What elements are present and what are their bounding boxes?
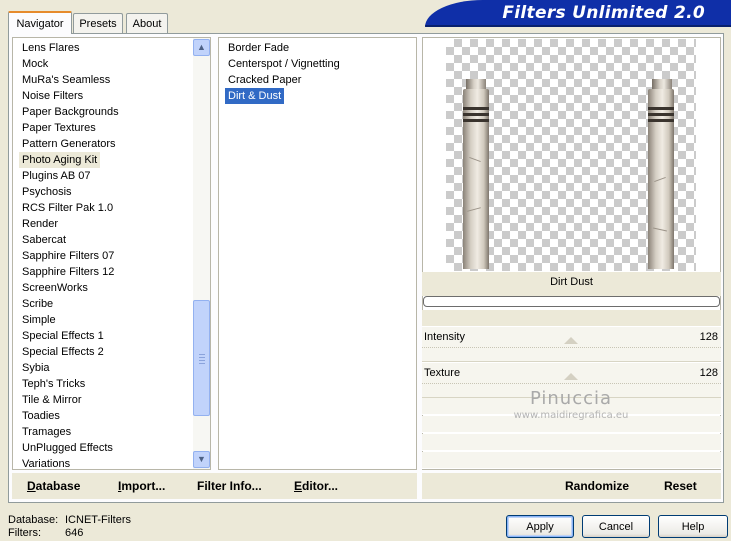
progress-bar xyxy=(423,296,720,307)
category-item[interactable]: Lens Flares xyxy=(19,40,82,56)
status-database-label: Database: xyxy=(8,514,59,526)
category-item[interactable]: UnPlugged Effects xyxy=(19,440,116,456)
category-list[interactable]: Lens Flares Mock MuRa's Seamless Noise Filt… xyxy=(12,37,211,470)
param-value: 128 xyxy=(699,367,718,379)
reset-button[interactable]: Reset xyxy=(664,479,697,493)
up-arrow-icon[interactable]: ▲ xyxy=(193,39,210,56)
category-item[interactable]: Variations xyxy=(19,456,73,472)
status-filters-value: 646 xyxy=(65,527,84,539)
param-row-empty xyxy=(422,434,721,451)
tab-navigator[interactable]: Navigator xyxy=(8,11,72,34)
category-item[interactable]: ScreenWorks xyxy=(19,280,91,296)
down-arrow-icon[interactable]: ▼ xyxy=(193,451,210,468)
category-item[interactable]: Sybia xyxy=(19,360,53,376)
category-item[interactable]: Sapphire Filters 12 xyxy=(19,264,117,280)
app-title-banner: Filters Unlimited 2.0 xyxy=(425,0,731,27)
filter-item[interactable]: Centerspot / Vignetting xyxy=(225,56,343,72)
status-filters-label: Filters: xyxy=(8,527,41,539)
param-value: 128 xyxy=(699,331,718,343)
tab-about[interactable]: About xyxy=(126,13,168,33)
category-item[interactable]: Special Effects 1 xyxy=(19,328,107,344)
editor-button[interactable]: Editor... xyxy=(294,479,338,493)
param-label: Texture xyxy=(424,367,461,379)
tab-presets[interactable]: Presets xyxy=(73,13,123,33)
param-label: Intensity xyxy=(424,331,465,343)
randomize-button[interactable]: Randomize xyxy=(565,479,629,493)
import-button[interactable]: Import... xyxy=(118,479,165,493)
watermark: Pinuccia www.maidiregrafica.eu xyxy=(508,388,634,421)
filter-item[interactable]: Dirt & Dust xyxy=(225,88,285,104)
category-item[interactable]: Tramages xyxy=(19,424,74,440)
category-item[interactable]: MuRa's Seamless xyxy=(19,72,113,88)
category-item[interactable]: Paper Textures xyxy=(19,120,99,136)
category-item[interactable]: Toadies xyxy=(19,408,63,424)
watermark-name: Pinuccia xyxy=(529,388,613,409)
category-item[interactable]: Sapphire Filters 07 xyxy=(19,248,117,264)
category-item[interactable]: Special Effects 2 xyxy=(19,344,107,360)
param-row-empty xyxy=(422,452,721,469)
category-item[interactable]: Photo Aging Kit xyxy=(19,152,101,168)
scrollbar-thumb[interactable] xyxy=(193,300,210,416)
category-item[interactable]: Render xyxy=(19,216,61,232)
app-title: Filters Unlimited 2.0 xyxy=(502,2,705,23)
category-item[interactable]: Sabercat xyxy=(19,232,69,248)
database-button[interactable]: Database xyxy=(27,479,80,493)
category-item[interactable]: Scribe xyxy=(19,296,56,312)
preview-image xyxy=(446,39,696,271)
category-scrollbar[interactable]: ▲ ▼ xyxy=(193,38,210,469)
slider-track[interactable] xyxy=(422,383,721,384)
category-item[interactable]: Plugins AB 07 xyxy=(19,168,94,184)
category-item[interactable]: Psychosis xyxy=(19,184,75,200)
watermark-url: www.maidiregrafica.eu xyxy=(513,410,629,421)
category-item[interactable]: Mock xyxy=(19,56,51,72)
cancel-button[interactable]: Cancel xyxy=(582,515,650,538)
filter-item[interactable]: Cracked Paper xyxy=(225,72,304,88)
filter-list[interactable]: Border Fade Centerspot / Vignetting Cracke… xyxy=(218,37,417,470)
param-row-intensity[interactable]: Intensity 128 xyxy=(422,326,721,362)
apply-button[interactable]: Apply xyxy=(506,515,574,538)
status-database-value: ICNET-Filters xyxy=(65,514,131,526)
category-item[interactable]: Noise Filters xyxy=(19,88,86,104)
slider-thumb[interactable] xyxy=(564,337,578,344)
category-item[interactable]: Simple xyxy=(19,312,59,328)
filter-info-button[interactable]: Filter Info... xyxy=(197,479,262,493)
category-item[interactable]: RCS Filter Pak 1.0 xyxy=(19,200,116,216)
slider-thumb[interactable] xyxy=(564,373,578,380)
filter-name-label: Dirt Dust xyxy=(550,276,593,288)
help-button[interactable]: Help xyxy=(658,515,728,538)
category-item[interactable]: Pattern Generators xyxy=(19,136,119,152)
progress-area xyxy=(422,310,721,326)
category-item[interactable]: Tile & Mirror xyxy=(19,392,84,408)
category-item[interactable]: Paper Backgrounds xyxy=(19,104,122,120)
filter-item[interactable]: Border Fade xyxy=(225,40,292,56)
category-item[interactable]: Teph's Tricks xyxy=(19,376,88,392)
slider-track[interactable] xyxy=(422,347,721,348)
